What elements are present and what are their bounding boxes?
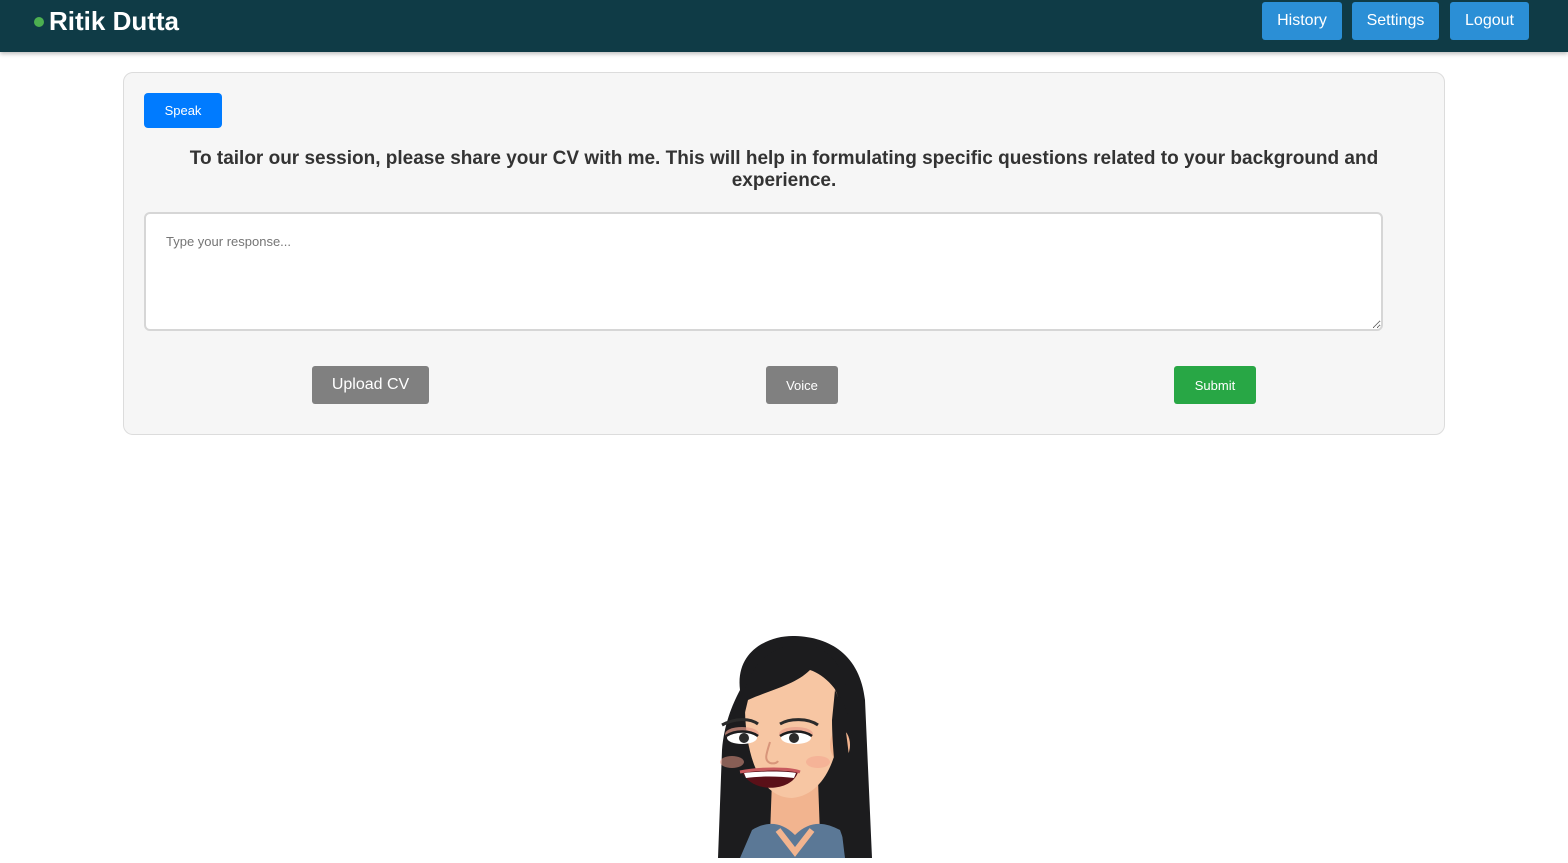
interview-card: Speak To tailor our session, please shar… bbox=[123, 72, 1445, 435]
voice-button[interactable]: Voice bbox=[766, 366, 838, 404]
interviewer-avatar bbox=[700, 630, 890, 858]
top-navbar: Ritik Dutta History Settings Logout bbox=[0, 0, 1568, 52]
settings-button[interactable]: Settings bbox=[1352, 2, 1439, 40]
logout-button[interactable]: Logout bbox=[1450, 2, 1529, 40]
question-prompt: To tailor our session, please share your… bbox=[189, 148, 1379, 191]
user-name: Ritik Dutta bbox=[49, 6, 179, 36]
speak-button[interactable]: Speak bbox=[144, 93, 222, 128]
online-status-dot-icon bbox=[34, 16, 44, 27]
submit-button[interactable]: Submit bbox=[1174, 366, 1256, 404]
history-button[interactable]: History bbox=[1262, 2, 1342, 40]
upload-cv-button[interactable]: Upload CV bbox=[312, 366, 429, 404]
avatar-icon bbox=[718, 635, 872, 858]
response-textarea[interactable] bbox=[144, 212, 1383, 331]
brand: Ritik Dutta bbox=[34, 6, 179, 37]
